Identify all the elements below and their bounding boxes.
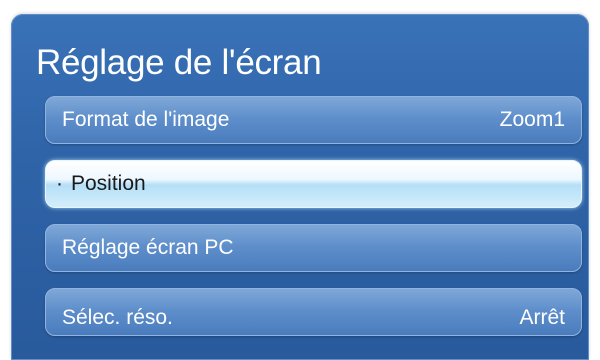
screen-adjustment-panel: Réglage de l'écran Format de l'image Zoo… (11, 14, 589, 360)
menu-item-position[interactable]: · Position (45, 160, 582, 208)
panel-title: Réglage de l'écran (36, 43, 322, 82)
menu-item-label: Sélec. réso. (62, 306, 173, 329)
menu-item-pc-screen-adjustment[interactable]: Réglage écran PC (45, 224, 582, 272)
menu-list: Format de l'image Zoom1 · Position Réglag… (45, 96, 582, 352)
selection-bullet-icon: · (56, 172, 63, 195)
menu-item-value: Zoom1 (499, 108, 565, 131)
menu-item-label: Format de l'image (62, 108, 230, 131)
menu-item-value: Arrêt (519, 306, 565, 329)
menu-item-label: Réglage écran PC (62, 236, 234, 259)
menu-item-label: Position (71, 172, 146, 195)
menu-item-label-row: · Position (56, 161, 146, 207)
menu-item-picture-size[interactable]: Format de l'image Zoom1 (45, 96, 582, 144)
menu-item-resolution-select[interactable]: Sélec. réso. Arrêt (45, 288, 582, 336)
